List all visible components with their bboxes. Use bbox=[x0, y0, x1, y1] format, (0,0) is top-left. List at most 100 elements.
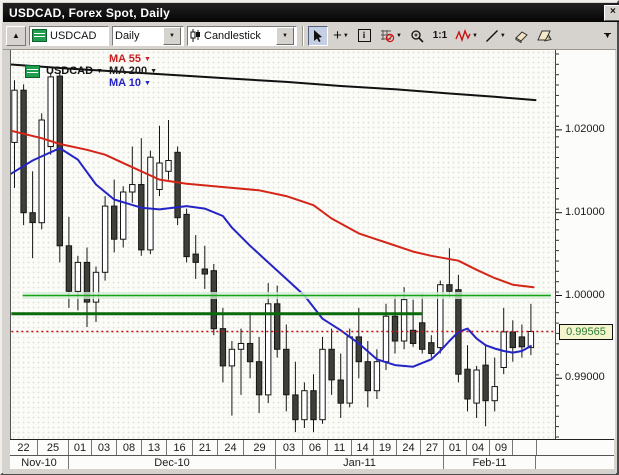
legend-symbol[interactable]: USDCAD ▼ bbox=[46, 65, 103, 77]
date-tick-cell: 03 bbox=[92, 440, 117, 455]
chevron-down-icon: ▼ bbox=[604, 35, 611, 39]
candlestick-chart[interactable] bbox=[11, 50, 556, 439]
date-tick-cell: 01 bbox=[69, 440, 92, 455]
window-title: USDCAD, Forex Spot, Daily bbox=[9, 6, 170, 20]
indicator-wave-icon bbox=[455, 29, 471, 43]
toolbar-overflow-button[interactable]: ▼ bbox=[604, 33, 613, 39]
chart-type-combobox[interactable]: Candlestick ▼ bbox=[187, 26, 297, 46]
month-label-cell: Jan-11 bbox=[276, 456, 444, 470]
date-tick-cell: 19 bbox=[374, 440, 397, 455]
chevron-down-icon: ▼ bbox=[396, 33, 402, 39]
zoom-tool-button[interactable] bbox=[407, 26, 427, 46]
window-frame-bottom bbox=[3, 469, 616, 474]
scale-1to1-button[interactable]: 1:1 bbox=[430, 26, 450, 46]
symbol-value: USDCAD bbox=[50, 30, 96, 42]
date-tick-cell bbox=[513, 440, 537, 455]
indicators-button[interactable]: ▼ bbox=[453, 26, 480, 46]
date-tick-cell: 09 bbox=[490, 440, 513, 455]
timeframe-dropdown-button[interactable]: ▼ bbox=[163, 27, 181, 45]
date-tick-cell: 27 bbox=[421, 440, 444, 455]
toolbar: ▲ USDCAD Daily ▼ Candlestick ▼ + ▼ i bbox=[3, 22, 616, 50]
date-tick-cell: 11 bbox=[328, 440, 352, 455]
cursor-tool-button[interactable] bbox=[308, 26, 328, 46]
legend-ma-items: MA 55 ▼MA 200 ▼MA 10 ▼ bbox=[109, 53, 165, 89]
close-button[interactable]: × bbox=[604, 5, 619, 21]
legend-ma-item[interactable]: MA 200 ▼ bbox=[109, 65, 157, 77]
chevron-down-icon: ▼ bbox=[343, 33, 349, 39]
symbol-icon bbox=[25, 65, 40, 78]
chart-type-value: Candlestick bbox=[204, 30, 261, 42]
price-tick-label: 1.00000 bbox=[565, 289, 605, 301]
chevron-down-icon: ▼ bbox=[169, 33, 175, 39]
annotation-icon bbox=[536, 29, 553, 43]
price-tick-label: 1.01000 bbox=[565, 206, 605, 218]
up-arrow-icon: ▲ bbox=[12, 31, 20, 40]
magnifier-icon bbox=[410, 29, 424, 43]
date-tick-cell: 06 bbox=[303, 440, 328, 455]
date-tick-cell: 08 bbox=[117, 440, 142, 455]
legend-ma-item[interactable]: MA 55 ▼ bbox=[109, 53, 157, 65]
info-icon: i bbox=[358, 29, 371, 42]
timeframe-value: Daily bbox=[115, 30, 139, 42]
date-tick-cell: 01 bbox=[444, 440, 467, 455]
trendline-icon bbox=[485, 29, 499, 43]
date-tick-row: 2225010308131621242903061114192427010409 bbox=[10, 440, 614, 455]
eraser-icon bbox=[513, 29, 529, 43]
chevron-down-icon: ▼ bbox=[96, 68, 103, 75]
date-tick-cell: 16 bbox=[167, 440, 193, 455]
date-tick-cell: 21 bbox=[193, 440, 218, 455]
symbol-combobox[interactable]: USDCAD bbox=[29, 26, 109, 46]
close-icon: × bbox=[610, 6, 616, 17]
price-axis[interactable]: 1.02000 1.01000 1.00000 0.99000 0.99565 bbox=[555, 50, 615, 439]
cursor-arrow-icon bbox=[312, 29, 324, 43]
legend-ma-item[interactable]: MA 10 ▼ bbox=[109, 77, 157, 89]
price-tick-label: 1.02000 bbox=[565, 123, 605, 135]
annotation-tool-button[interactable] bbox=[534, 26, 555, 46]
eraser-tool-button[interactable] bbox=[511, 26, 531, 46]
date-tick-cell: 14 bbox=[352, 440, 374, 455]
data-window-button[interactable]: i bbox=[354, 26, 374, 46]
legend-symbol-label: USDCAD bbox=[46, 65, 93, 77]
grid-toggle-button[interactable]: ▼ bbox=[377, 26, 404, 46]
one-to-one-label: 1:1 bbox=[433, 30, 447, 41]
date-axis-filler bbox=[537, 440, 614, 455]
date-tick-cell: 04 bbox=[467, 440, 490, 455]
date-tick-cell: 24 bbox=[218, 440, 244, 455]
trendline-tool-button[interactable]: ▼ bbox=[483, 26, 508, 46]
candlestick-icon bbox=[190, 29, 201, 42]
chart-legend: USDCAD ▼ MA 55 ▼MA 200 ▼MA 10 ▼ bbox=[25, 53, 165, 89]
chart-plot-area[interactable]: USDCAD ▼ MA 55 ▼MA 200 ▼MA 10 ▼ bbox=[10, 50, 556, 439]
chart-type-dropdown-button[interactable]: ▼ bbox=[276, 27, 294, 45]
month-label-cell: Nov-10 bbox=[10, 456, 69, 470]
date-tick-cell: 25 bbox=[38, 440, 69, 455]
title-bar: USDCAD, Forex Spot, Daily × bbox=[3, 3, 619, 22]
month-label-cell: Dec-10 bbox=[69, 456, 276, 470]
month-label-cell: Feb-11 bbox=[444, 456, 536, 470]
date-tick-cell: 13 bbox=[142, 440, 167, 455]
current-price-badge: 0.99565 bbox=[559, 324, 613, 340]
grid-off-icon bbox=[379, 29, 395, 43]
date-tick-cell: 29 bbox=[244, 440, 276, 455]
chevron-down-icon: ▼ bbox=[282, 33, 288, 39]
timeframe-combobox[interactable]: Daily ▼ bbox=[112, 26, 184, 46]
legend-ma-label: MA 200 bbox=[109, 65, 147, 77]
crosshair-tool-button[interactable]: + ▼ bbox=[331, 26, 351, 46]
date-tick-cell: 24 bbox=[397, 440, 421, 455]
date-tick-cell: 22 bbox=[10, 440, 38, 455]
month-row-filler bbox=[536, 456, 614, 470]
legend-ma-label: MA 10 bbox=[109, 77, 141, 89]
chevron-down-icon: ▼ bbox=[144, 56, 151, 63]
chevron-down-icon: ▼ bbox=[144, 80, 151, 87]
price-tick-label: 0.99000 bbox=[565, 371, 605, 383]
collapse-toolbar-button[interactable]: ▲ bbox=[6, 26, 26, 46]
symbol-icon bbox=[32, 29, 47, 42]
chart-window: USDCAD, Forex Spot, Daily × ▲ USDCAD Dai… bbox=[0, 0, 619, 475]
chevron-down-icon: ▼ bbox=[500, 33, 506, 39]
legend-ma-label: MA 55 bbox=[109, 53, 141, 65]
crosshair-icon: + bbox=[333, 29, 342, 43]
toolbar-separator bbox=[302, 26, 303, 46]
date-tick-cell: 03 bbox=[276, 440, 303, 455]
chevron-down-icon: ▼ bbox=[150, 68, 157, 75]
date-axis[interactable]: 2225010308131621242903061114192427010409… bbox=[10, 439, 614, 471]
chevron-down-icon: ▼ bbox=[472, 33, 478, 39]
